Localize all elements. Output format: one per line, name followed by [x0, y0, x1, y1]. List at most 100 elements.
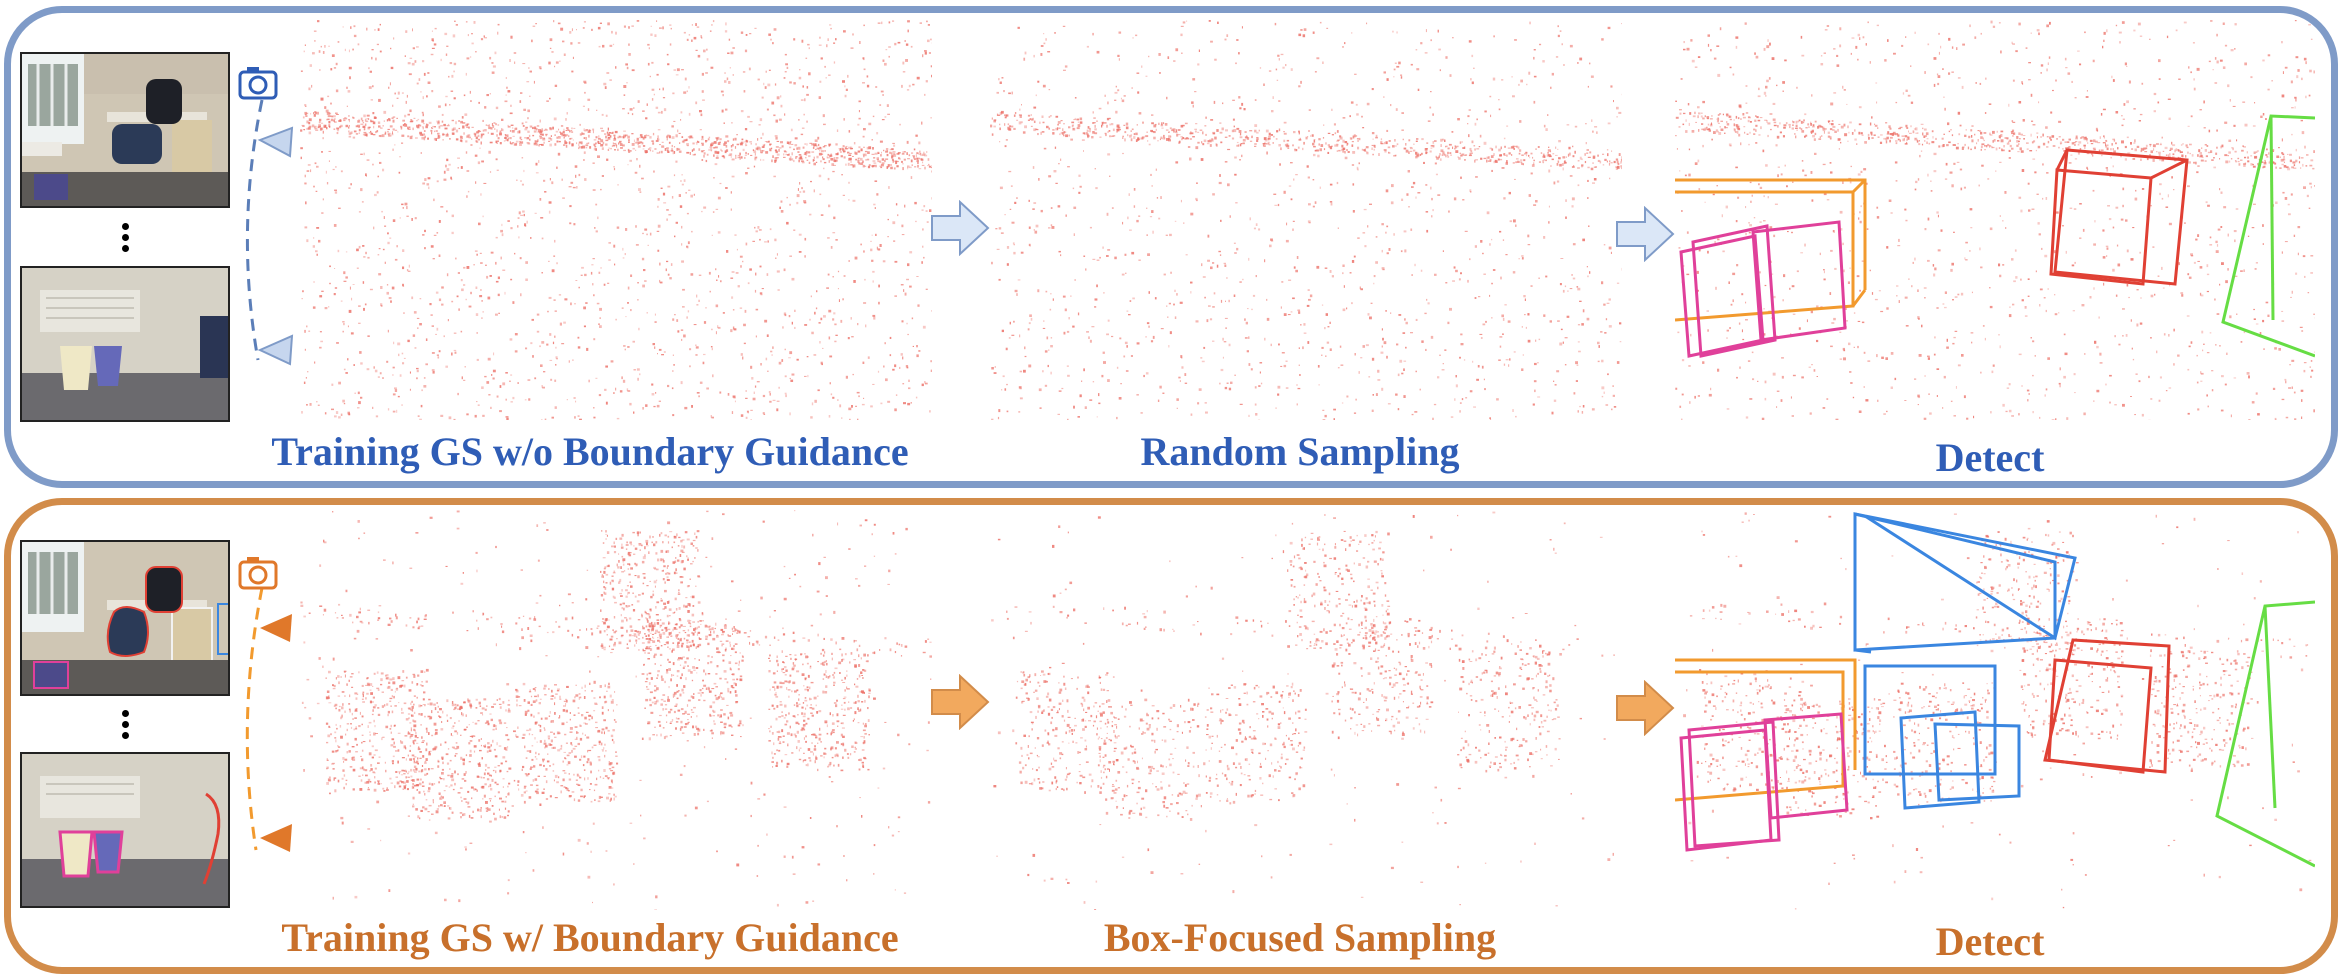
point: [828, 336, 831, 340]
point: [1241, 143, 1243, 145]
point: [770, 350, 773, 353]
point: [636, 20, 640, 22]
point: [1001, 389, 1003, 391]
point: [1501, 314, 1504, 318]
point: [931, 310, 932, 312]
point: [1081, 139, 1085, 141]
point: [604, 86, 607, 89]
point: [910, 159, 913, 163]
point: [1031, 118, 1034, 121]
point: [1543, 236, 1546, 239]
point: [634, 171, 638, 174]
point: [886, 153, 889, 157]
point: [374, 29, 376, 31]
point: [1329, 348, 1332, 351]
point: [423, 377, 426, 379]
point: [769, 148, 772, 152]
point: [358, 305, 361, 307]
point: [1225, 129, 1228, 132]
point: [1152, 335, 1155, 339]
point: [474, 414, 477, 418]
point: [401, 404, 403, 406]
point: [348, 126, 350, 129]
point: [587, 108, 590, 111]
point: [727, 140, 729, 143]
point: [828, 143, 832, 146]
point: [364, 123, 367, 126]
point: [892, 368, 895, 371]
point: [769, 400, 772, 403]
point: [358, 322, 361, 324]
point: [1115, 85, 1117, 88]
point: [1050, 293, 1052, 295]
point: [455, 24, 458, 26]
point: [531, 318, 534, 321]
point: [1327, 326, 1330, 328]
point: [1416, 68, 1420, 71]
point: [1489, 294, 1491, 297]
point: [603, 82, 607, 86]
point: [1048, 349, 1050, 351]
point: [613, 166, 615, 168]
point: [927, 165, 930, 167]
point: [907, 263, 910, 267]
point: [1092, 32, 1094, 36]
point: [916, 76, 920, 80]
point: [1607, 153, 1609, 157]
point: [367, 256, 370, 259]
point: [912, 155, 915, 157]
point: [1059, 133, 1061, 136]
point: [907, 29, 909, 33]
point: [1576, 286, 1579, 288]
point: [639, 164, 641, 168]
point: [338, 381, 341, 385]
point: [772, 399, 776, 401]
point: [1355, 135, 1358, 137]
point: [620, 147, 623, 149]
point: [1272, 96, 1274, 99]
point: [1298, 347, 1300, 349]
point: [819, 150, 821, 152]
point: [419, 133, 422, 136]
point: [514, 61, 516, 64]
point: [680, 111, 683, 114]
point: [1559, 163, 1562, 167]
point: [517, 130, 520, 134]
point: [680, 381, 683, 385]
point: [747, 167, 750, 169]
point: [639, 373, 641, 376]
point: [1621, 23, 1622, 25]
point: [780, 210, 784, 213]
point: [441, 286, 444, 289]
point: [672, 151, 674, 155]
point: [510, 35, 513, 39]
point: [560, 125, 564, 127]
point: [400, 125, 403, 128]
point: [1386, 129, 1389, 132]
point: [605, 139, 609, 142]
point: [1062, 128, 1064, 132]
point: [1295, 174, 1298, 176]
point: [628, 43, 630, 46]
point: [1116, 366, 1119, 369]
point: [1176, 407, 1178, 409]
point: [1102, 351, 1105, 354]
point: [798, 119, 800, 121]
point: [1341, 144, 1344, 148]
point: [578, 286, 580, 289]
point: [1564, 364, 1567, 366]
point: [1035, 224, 1039, 228]
point: [1068, 126, 1071, 129]
point: [628, 26, 630, 29]
point: [1339, 136, 1343, 140]
point: [360, 117, 363, 121]
point: [350, 332, 354, 335]
point: [476, 401, 478, 403]
point: [512, 135, 515, 137]
point: [329, 265, 331, 268]
point: [886, 104, 889, 107]
point: [1447, 151, 1449, 155]
point: [376, 191, 379, 194]
point: [379, 23, 381, 26]
point: [346, 86, 348, 89]
